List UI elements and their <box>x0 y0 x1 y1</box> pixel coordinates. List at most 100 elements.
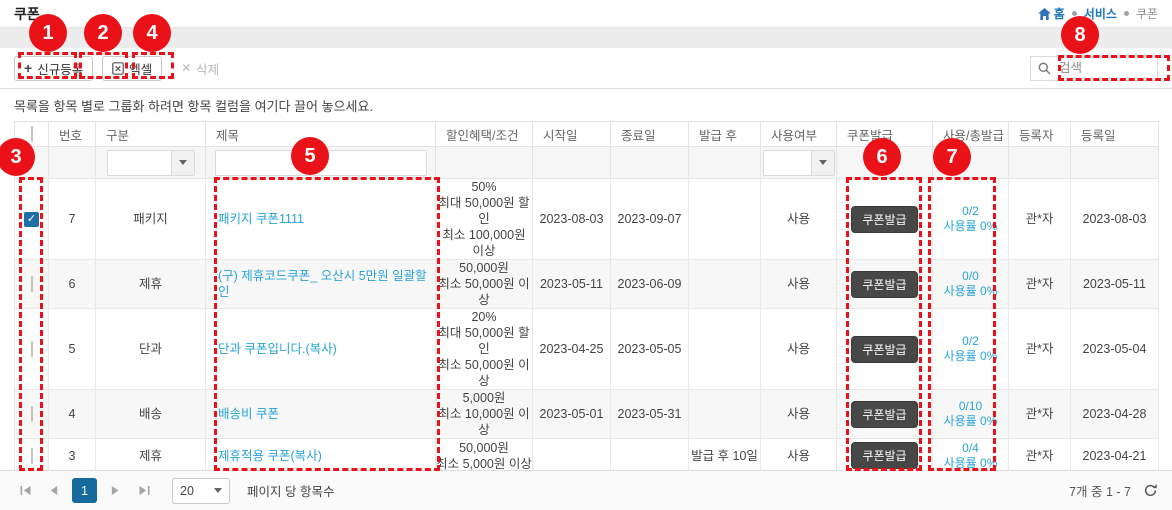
range-info: 7개 중 1 - 7 <box>1069 481 1158 500</box>
row-checkbox[interactable] <box>31 406 33 422</box>
col-header-reg-date[interactable]: 등록일 <box>1071 122 1159 147</box>
usage-line: 0/2 <box>933 204 1008 219</box>
cell-category: 단과 <box>96 309 206 390</box>
benefit-line: 최소 50,000원 이상 <box>436 276 532 308</box>
prev-page-button[interactable] <box>43 480 65 502</box>
page-size-label: 페이지 당 항목수 <box>247 481 334 500</box>
new-register-button[interactable]: + 신규등록 <box>14 56 93 81</box>
row-checkbox[interactable]: ✓ <box>24 212 39 227</box>
cell-no: 4 <box>49 390 96 439</box>
table-row: 5단과단과 쿠폰입니다.(복사)20%최대 50,000원 할인최소 50,00… <box>15 309 1159 390</box>
delete-button[interactable]: ✕ 삭제 <box>171 56 229 81</box>
issue-coupon-button[interactable]: 쿠폰발급 <box>851 336 917 363</box>
col-header-issue[interactable]: 쿠폰발급 <box>837 122 933 147</box>
cell-usage: 0/10사용률 0% <box>933 390 1009 439</box>
cell-use-status: 사용 <box>761 260 837 309</box>
category-filter-select[interactable] <box>107 150 195 176</box>
row-checkbox[interactable] <box>31 276 33 292</box>
next-page-button[interactable] <box>104 480 126 502</box>
first-page-icon <box>20 486 31 495</box>
toolbar: + 신규등록 엑셀 ✕ 삭제 <box>0 48 1172 88</box>
use-status-filter-select[interactable] <box>763 150 835 176</box>
coupon-title-link[interactable]: (구) 제휴코드쿠폰_ 오산시 5만원 일괄할인 <box>218 269 427 299</box>
usage-link[interactable]: 0/4사용률 0% <box>933 441 1008 471</box>
issue-coupon-button[interactable]: 쿠폰발급 <box>851 271 917 298</box>
cell-registrant: 관*자 <box>1009 179 1071 260</box>
usage-link[interactable]: 0/10사용률 0% <box>933 399 1008 429</box>
usage-link[interactable]: 0/0사용률 0% <box>933 269 1008 299</box>
benefit-line: 50,000원 <box>436 260 532 276</box>
coupon-title-link[interactable]: 단과 쿠폰입니다.(복사) <box>218 342 337 356</box>
refresh-icon <box>1143 483 1158 498</box>
title-filter-input[interactable] <box>215 150 427 176</box>
cell-use-status: 사용 <box>761 390 837 439</box>
cell-reg-date: 2023-08-03 <box>1071 179 1159 260</box>
table-header-row: 번호 구분 제목 할인혜택/조건 시작일 종료일 발급 후 사용여부 쿠폰발급 … <box>15 122 1159 147</box>
col-header-category[interactable]: 구분 <box>96 122 206 147</box>
cell-category: 제휴 <box>96 260 206 309</box>
col-header-start-date[interactable]: 시작일 <box>533 122 611 147</box>
cell-usage: 0/2사용률 0% <box>933 179 1009 260</box>
usage-line: 0/4 <box>933 441 1008 456</box>
cell-benefit: 20%최대 50,000원 할인최소 50,000원 이상 <box>436 309 533 390</box>
coupon-title-link[interactable]: 배송비 쿠폰 <box>218 407 279 421</box>
breadcrumb-separator-dot <box>1072 11 1077 16</box>
issue-coupon-button[interactable]: 쿠폰발급 <box>851 401 917 428</box>
cell-benefit: 50,000원최소 5,000원 이상 <box>436 439 533 473</box>
row-checkbox[interactable] <box>31 341 33 357</box>
next-page-icon <box>111 486 119 495</box>
cell-category: 제휴 <box>96 439 206 473</box>
cell-after-issue <box>689 390 761 439</box>
cell-after-issue <box>689 309 761 390</box>
row-checkbox-cell <box>15 439 49 473</box>
coupon-title-link[interactable]: 제휴적용 쿠폰(복사) <box>218 449 322 463</box>
issue-coupon-button[interactable]: 쿠폰발급 <box>851 442 917 469</box>
col-header-usage[interactable]: 사용/총발급 <box>933 122 1009 147</box>
coupon-table: 번호 구분 제목 할인혜택/조건 시작일 종료일 발급 후 사용여부 쿠폰발급 … <box>14 121 1159 510</box>
cell-title: 배송비 쿠폰 <box>206 390 436 439</box>
col-header-benefit[interactable]: 할인혜택/조건 <box>436 122 533 147</box>
cell-benefit: 5,000원최소 10,000원 이상 <box>436 390 533 439</box>
benefit-line: 50% <box>436 179 532 195</box>
breadcrumb-service-link[interactable]: 서비스 <box>1084 5 1117 22</box>
select-all-checkbox[interactable] <box>31 126 33 142</box>
breadcrumb-home-link[interactable]: 홈 <box>1038 5 1065 22</box>
col-header-no[interactable]: 번호 <box>49 122 96 147</box>
cell-use-status: 사용 <box>761 439 837 473</box>
search-icon <box>1038 62 1051 75</box>
page-size-select[interactable]: 20 <box>172 478 230 504</box>
coupon-title-link[interactable]: 패키지 쿠폰1111 <box>218 212 304 226</box>
row-checkbox[interactable] <box>31 448 33 464</box>
excel-icon <box>112 62 124 75</box>
col-header-after-issue[interactable]: 발급 후 <box>689 122 761 147</box>
col-header-registrant[interactable]: 등록자 <box>1009 122 1071 147</box>
cell-after-issue <box>689 260 761 309</box>
row-checkbox-cell: ✓ <box>15 179 49 260</box>
issue-coupon-button[interactable]: 쿠폰발급 <box>851 206 917 233</box>
cell-benefit: 50,000원최소 50,000원 이상 <box>436 260 533 309</box>
cell-no: 7 <box>49 179 96 260</box>
usage-link[interactable]: 0/2사용률 0% <box>933 204 1008 234</box>
cell-end-date <box>611 439 689 473</box>
refresh-button[interactable] <box>1143 483 1158 498</box>
col-header-title[interactable]: 제목 <box>206 122 436 147</box>
col-header-end-date[interactable]: 종료일 <box>611 122 689 147</box>
cell-registrant: 관*자 <box>1009 260 1071 309</box>
search-input[interactable] <box>1057 60 1150 76</box>
chevron-down-icon <box>811 151 834 175</box>
range-label: 7개 중 1 - 7 <box>1069 481 1131 500</box>
plus-icon: + <box>24 61 32 75</box>
cell-usage: 0/0사용률 0% <box>933 260 1009 309</box>
usage-link[interactable]: 0/2사용률 0% <box>933 334 1008 364</box>
row-checkbox-cell <box>15 260 49 309</box>
excel-export-button[interactable]: 엑셀 <box>102 56 162 81</box>
cell-title: 단과 쿠폰입니다.(복사) <box>206 309 436 390</box>
first-page-button[interactable] <box>14 480 36 502</box>
cell-start-date: 2023-08-03 <box>533 179 611 260</box>
page-title: 쿠폰 <box>14 4 40 24</box>
breadcrumb: 홈 서비스 쿠폰 <box>1038 5 1158 22</box>
cell-registrant: 관*자 <box>1009 390 1071 439</box>
col-header-use-status[interactable]: 사용여부 <box>761 122 837 147</box>
last-page-button[interactable] <box>133 480 155 502</box>
current-page-button[interactable]: 1 <box>72 478 97 503</box>
